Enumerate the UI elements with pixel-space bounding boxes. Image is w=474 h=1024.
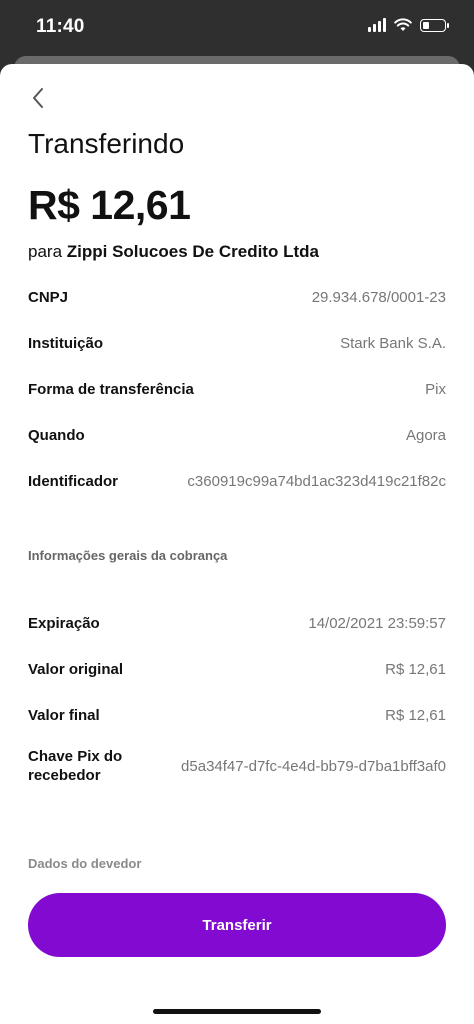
detail-value: Pix [425,380,446,398]
battery-icon [420,18,449,32]
cellular-signal-icon [368,18,386,32]
detail-label: Chave Pix do recebedor [28,748,123,784]
transfer-button[interactable]: Transferir [28,893,446,957]
detail-label: Instituição [28,334,104,352]
detail-row-cnpj: CNPJ 29.934.678/0001-23 [28,274,446,320]
charge-row-pix-key: Chave Pix do recebedor d5a34f47-d7fc-4e4… [28,738,446,794]
detail-label: Quando [28,426,85,444]
transfer-amount: R$ 12,61 [28,182,191,228]
charge-row-original-value: Valor original R$ 12,61 [28,646,446,692]
chevron-left-icon [33,88,43,108]
charge-details: Expiração 14/02/2021 23:59:57 Valor orig… [28,600,446,794]
detail-value: R$ 12,61 [385,706,446,724]
home-indicator [153,1009,321,1014]
transfer-sheet: Transferindo R$ 12,61 para Zippi Solucoe… [0,64,474,1024]
recipient-prefix: para [28,242,63,261]
detail-label: CNPJ [28,288,69,306]
recipient-line: para Zippi Solucoes De Credito Ltda [28,242,319,262]
detail-row-when: Quando Agora [28,412,446,458]
charge-row-expiration: Expiração 14/02/2021 23:59:57 [28,600,446,646]
detail-value: c360919c99a74bd1ac323d419c21f82c [187,472,446,490]
wifi-icon [394,18,412,31]
detail-label: Forma de transferência [28,380,194,398]
back-button[interactable] [22,82,54,114]
detail-label: Valor final [28,706,100,724]
section-title-debtor: Dados do devedor [28,856,142,871]
recipient-name: Zippi Solucoes De Credito Ltda [66,242,319,261]
detail-label: Identificador [28,472,119,490]
detail-value: 29.934.678/0001-23 [311,288,446,306]
detail-row-identifier: Identificador c360919c99a74bd1ac323d419c… [28,458,446,504]
status-icons [368,18,449,32]
detail-row-transfer-method: Forma de transferência Pix [28,366,446,412]
detail-row-institution: Instituição Stark Bank S.A. [28,320,446,366]
transfer-details: CNPJ 29.934.678/0001-23 Instituição Star… [28,274,446,504]
detail-label: Expiração [28,614,100,632]
section-title-charge-info: Informações gerais da cobrança [28,548,228,563]
detail-value: Agora [405,426,446,444]
detail-value: R$ 12,61 [385,660,446,678]
charge-row-final-value: Valor final R$ 12,61 [28,692,446,738]
page-title: Transferindo [28,128,185,159]
detail-label: Valor original [28,660,124,678]
status-bar: 11:40 [0,0,474,56]
status-time: 11:40 [36,16,85,37]
detail-value: 14/02/2021 23:59:57 [308,614,446,632]
detail-value: Stark Bank S.A. [340,334,446,352]
detail-value: d5a34f47-d7fc-4e4d-bb79-d7ba1bff3af0 [181,757,446,775]
